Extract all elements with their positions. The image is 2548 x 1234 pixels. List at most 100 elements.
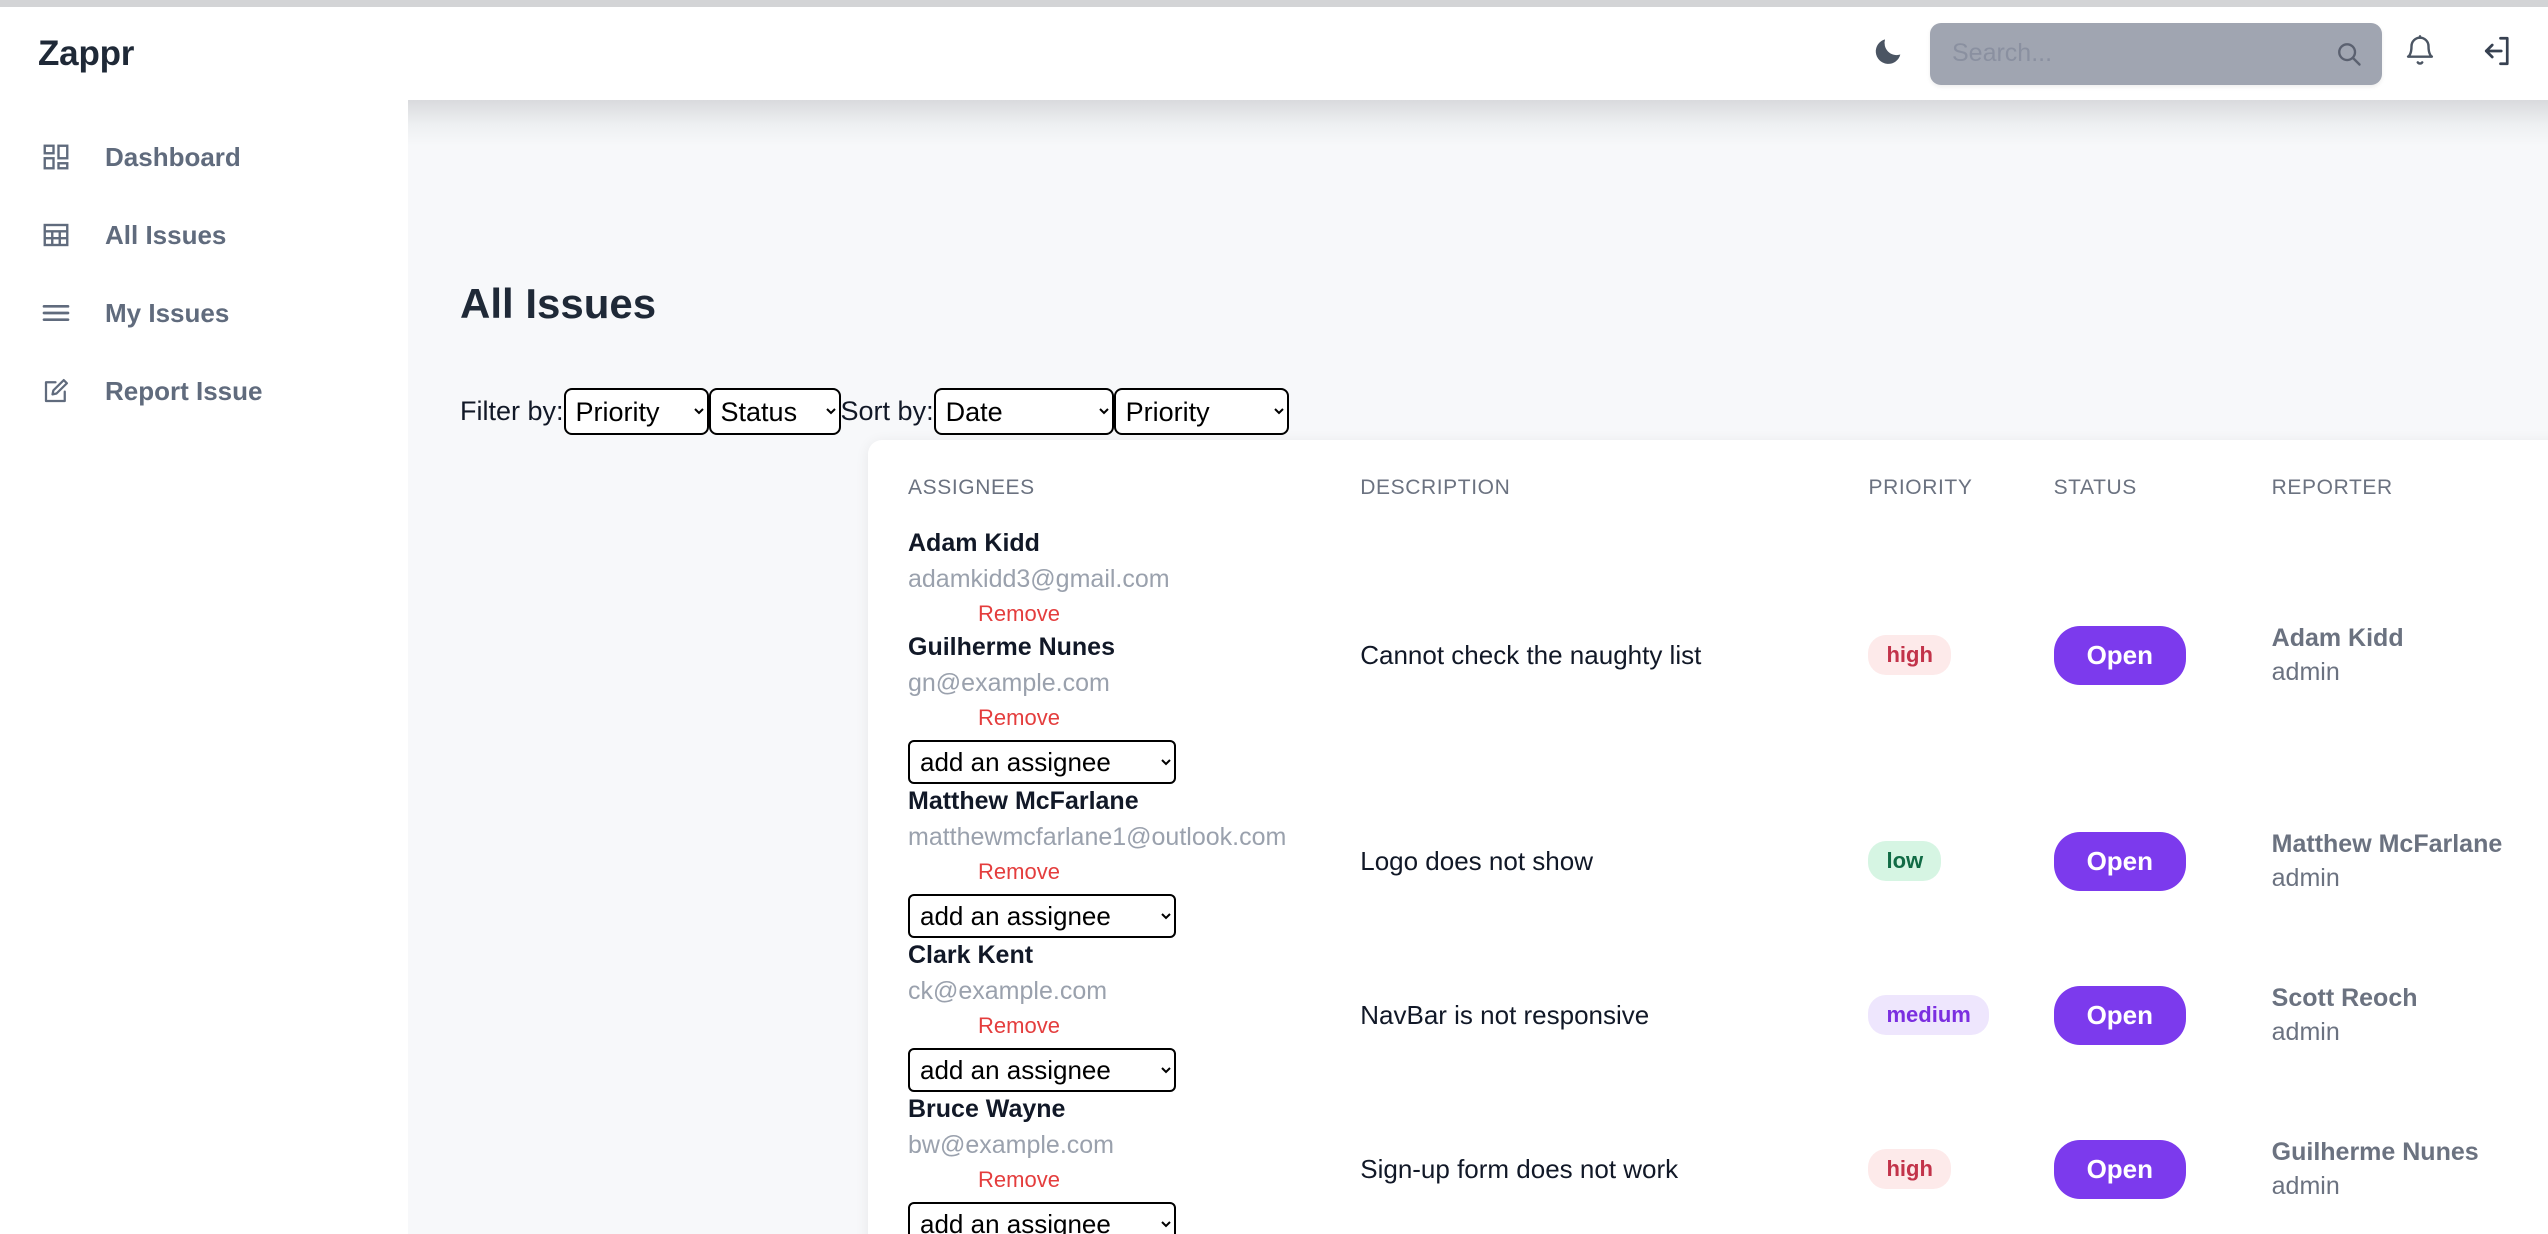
assignee-name: Adam Kidd: [908, 529, 1040, 557]
edit-square-icon: [34, 369, 78, 413]
sidebar-item-label: Dashboard: [105, 141, 241, 172]
add-assignee-select[interactable]: add an assignee: [908, 1202, 1176, 1234]
window-top-strip: [0, 0, 2548, 7]
column-header-priority: PRIORITY: [1868, 476, 1973, 499]
column-header-reporter: REPORTER: [2271, 476, 2393, 499]
reporter-cell: Matthew McFarlane admin: [2272, 784, 2548, 938]
search-input[interactable]: [1930, 22, 2382, 85]
dashboard-grid-icon: [34, 135, 78, 179]
priority-badge: high: [1868, 1149, 1951, 1189]
table-row: Adam Kidd adamkidd3@gmail.com Remove Guilhe…: [868, 526, 2548, 784]
theme-toggle-button[interactable]: [1858, 23, 1920, 85]
issue-description: Logo does not show: [1360, 845, 1593, 876]
sidebar-item-all-issues[interactable]: All Issues: [0, 196, 408, 274]
add-assignee-select[interactable]: add an assignee: [908, 894, 1176, 938]
status-button[interactable]: Open: [2053, 985, 2187, 1045]
table-header-row: ASSIGNEES DESCRIPTION PRIORITY STATUS REPORT…: [868, 440, 2548, 526]
remove-assignee-link[interactable]: Remove: [908, 597, 1130, 630]
assignee-email: gn@example.com: [908, 668, 1110, 697]
assignee-email: matthewmcfarlane1@outlook.com: [908, 822, 1287, 851]
logout-button[interactable]: [2458, 23, 2534, 85]
main-content: All Issues Filter by: Priority Status So…: [408, 100, 2548, 1234]
sidebar-nav: Dashboard All Issues My Issues Report Is…: [0, 100, 408, 430]
sidebar-item-my-issues[interactable]: My Issues: [0, 274, 408, 352]
status-button[interactable]: Open: [2053, 831, 2187, 891]
sort-by-label: Sort by:: [840, 396, 934, 426]
assignee-email: adamkidd3@gmail.com: [908, 564, 1170, 593]
issue-description: NavBar is not responsive: [1360, 999, 1650, 1030]
header-actions: [1858, 22, 2534, 85]
status-cell: Open: [2053, 526, 2272, 784]
sidebar-item-dashboard[interactable]: Dashboard: [0, 118, 408, 196]
add-assignee-select[interactable]: add an assignee: [908, 1048, 1176, 1092]
column-header-status: STATUS: [2053, 476, 2137, 499]
reporter-cell: Guilherme Nunes admin: [2272, 1092, 2548, 1234]
bell-icon: [2403, 34, 2437, 73]
priority-cell: medium: [1868, 938, 2053, 1092]
assignee-name: Matthew McFarlane: [908, 787, 1139, 815]
column-header-description: DESCRIPTION: [1360, 476, 1511, 499]
issues-table-card: ASSIGNEES DESCRIPTION PRIORITY STATUS REPORT…: [868, 440, 2548, 1234]
add-assignee-select[interactable]: add an assignee: [908, 740, 1176, 784]
reporter-cell: Adam Kidd admin: [2272, 526, 2548, 784]
assignees-cell: Bruce Wayne bw@example.com Remove add an a…: [868, 1092, 1360, 1234]
logout-icon: [2478, 33, 2514, 74]
assignees-cell: Adam Kidd adamkidd3@gmail.com Remove Guilhe…: [868, 526, 1360, 784]
remove-assignee-link[interactable]: Remove: [908, 1163, 1130, 1196]
sidebar-item-label: My Issues: [105, 297, 230, 328]
app-header: Zappr: [0, 7, 2548, 100]
sort-priority-select[interactable]: Priority: [1113, 388, 1289, 435]
filter-priority-select[interactable]: Priority: [563, 388, 709, 435]
priority-cell: high: [1868, 1092, 2053, 1234]
assignee-name: Clark Kent: [908, 941, 1034, 969]
column-header-assignees: ASSIGNEES: [908, 476, 1035, 499]
priority-cell: low: [1868, 784, 2053, 938]
table-icon: [34, 213, 78, 257]
status-cell: Open: [2053, 1092, 2272, 1234]
reporter-role: admin: [2271, 658, 2340, 686]
app-brand: Zappr: [38, 33, 135, 73]
notifications-button[interactable]: [2382, 23, 2458, 85]
sidebar: Dashboard All Issues My Issues Report Is…: [0, 100, 408, 1234]
priority-cell: high: [1868, 526, 2053, 784]
sidebar-item-label: Report Issue: [105, 375, 263, 406]
assignee-name: Guilherme Nunes: [908, 633, 1115, 661]
sidebar-item-report-issue[interactable]: Report Issue: [0, 352, 408, 430]
sidebar-item-label: All Issues: [105, 219, 227, 250]
reporter-role: admin: [2271, 1172, 2340, 1200]
reporter-cell: Scott Reoch admin: [2272, 938, 2548, 1092]
assignee-email: bw@example.com: [908, 1130, 1115, 1159]
status-button[interactable]: Open: [2053, 1139, 2187, 1199]
filter-bar: Filter by: Priority Status Sort by: Date…: [460, 388, 1289, 435]
remove-assignee-link[interactable]: Remove: [908, 701, 1130, 734]
issue-description: Cannot check the naughty list: [1360, 639, 1702, 670]
assignee-email: ck@example.com: [908, 976, 1108, 1005]
priority-badge: high: [1868, 635, 1951, 675]
issues-table: ASSIGNEES DESCRIPTION PRIORITY STATUS REPORT…: [868, 440, 2548, 1234]
status-button[interactable]: Open: [2053, 625, 2187, 685]
reporter-role: admin: [2271, 864, 2340, 892]
issue-description: Sign-up form does not work: [1360, 1153, 1679, 1184]
search-box[interactable]: [1930, 22, 2382, 85]
priority-badge: medium: [1868, 995, 1989, 1035]
status-cell: Open: [2053, 938, 2272, 1092]
filter-by-label: Filter by:: [460, 396, 564, 426]
moon-icon: [1872, 34, 1906, 73]
reporter-name: Adam Kidd: [2271, 623, 2404, 652]
remove-assignee-link[interactable]: Remove: [908, 1009, 1130, 1042]
issues-table-head: ASSIGNEES DESCRIPTION PRIORITY STATUS REPORT…: [868, 440, 2548, 526]
sort-date-select[interactable]: Date: [933, 388, 1114, 435]
table-row: Bruce Wayne bw@example.com Remove add an a…: [868, 1092, 2548, 1234]
page-title: All Issues: [460, 280, 657, 327]
table-row: Clark Kent ck@example.com Remove add an as…: [868, 938, 2548, 1092]
filter-status-select[interactable]: Status: [708, 388, 841, 435]
table-row: Matthew McFarlane matthewmcfarlane1@outlo…: [868, 784, 2548, 938]
reporter-name: Matthew McFarlane: [2271, 829, 2503, 858]
assignees-cell: Matthew McFarlane matthewmcfarlane1@outlo…: [868, 784, 1360, 938]
reporter-name: Scott Reoch: [2271, 983, 2418, 1012]
assignees-cell: Clark Kent ck@example.com Remove add an as…: [868, 938, 1360, 1092]
search-icon[interactable]: [2334, 39, 2364, 69]
reporter-role: admin: [2271, 1018, 2340, 1046]
remove-assignee-link[interactable]: Remove: [908, 855, 1130, 888]
status-cell: Open: [2053, 784, 2272, 938]
